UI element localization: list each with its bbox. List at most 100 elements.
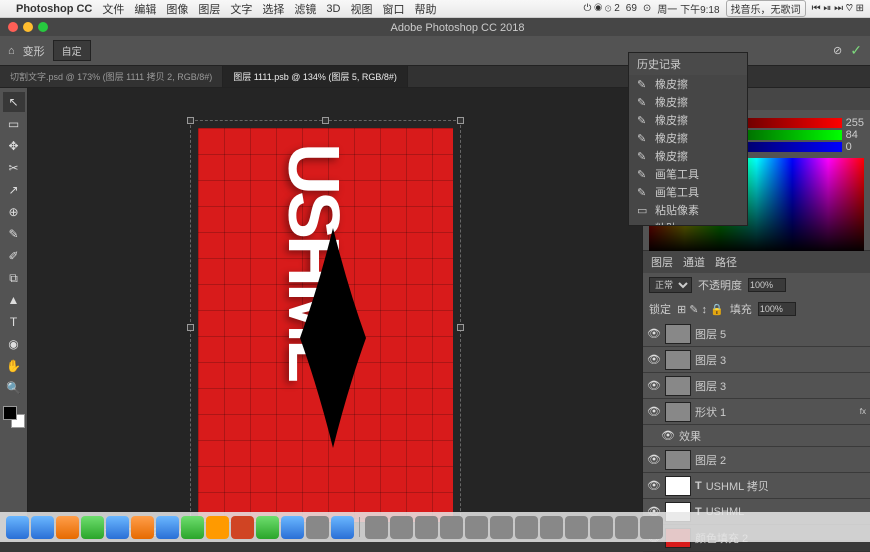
layer-name[interactable]: USHML 拷贝 <box>706 478 769 494</box>
menu-view[interactable]: 视图 <box>350 1 372 17</box>
close-button[interactable] <box>8 22 18 32</box>
visibility-icon[interactable]: 👁 <box>647 479 661 492</box>
menu-filter[interactable]: 滤镜 <box>294 1 316 17</box>
dock-app[interactable] <box>231 516 254 539</box>
zoom-tool[interactable]: 🔍 <box>3 378 25 398</box>
history-item[interactable]: ✎橡皮擦 <box>629 111 747 129</box>
menu-text[interactable]: 文字 <box>230 1 252 17</box>
channels-tab[interactable]: 通道 <box>683 254 705 270</box>
g-value[interactable]: 84 <box>846 129 864 141</box>
visibility-icon[interactable]: 👁 <box>661 429 675 442</box>
dock-minimized[interactable] <box>415 516 438 539</box>
layer-row[interactable]: 👁 图层 3 <box>643 347 870 373</box>
type-tool[interactable]: T <box>3 312 25 332</box>
dock-minimized[interactable] <box>615 516 638 539</box>
canvas[interactable]: USHML <box>198 128 453 528</box>
tab-1[interactable]: 图层 1111.psb @ 134% (图层 5, RGB/8#) <box>223 66 408 87</box>
layer-name[interactable]: 形状 1 <box>695 404 726 420</box>
history-list[interactable]: ✎橡皮擦 ✎橡皮擦 ✎橡皮擦 ✎橡皮擦 ✎橡皮擦 ✎画笔工具 ✎画笔工具 ▭粘贴… <box>629 75 747 225</box>
minimize-button[interactable] <box>23 22 33 32</box>
dock-minimized[interactable] <box>490 516 513 539</box>
layers-tab[interactable]: 图层 <box>651 254 673 270</box>
app-name[interactable]: Photoshop CC <box>16 3 92 15</box>
heal-tool[interactable]: ⊕ <box>3 202 25 222</box>
layer-row[interactable]: 👁TUSHML 拷贝 <box>643 473 870 499</box>
visibility-icon[interactable]: 👁 <box>647 453 661 466</box>
macos-dock[interactable] <box>0 512 870 542</box>
dock-app[interactable] <box>31 516 54 539</box>
menu-select[interactable]: 选择 <box>262 1 284 17</box>
marquee-tool[interactable]: ▭ <box>3 114 25 134</box>
menu-help[interactable]: 帮助 <box>414 1 436 17</box>
lasso-tool[interactable]: ✥ <box>3 136 25 156</box>
dock-minimized[interactable] <box>465 516 488 539</box>
warp-dropdown[interactable]: 自定 <box>53 40 91 61</box>
history-item[interactable]: ✎橡皮擦 <box>629 93 747 111</box>
eraser-tool[interactable]: ⧉ <box>3 268 25 288</box>
home-icon[interactable]: ⌂ <box>8 45 15 57</box>
menu-file[interactable]: 文件 <box>102 1 124 17</box>
layer-effect-row[interactable]: 👁效果 <box>643 425 870 447</box>
layer-name[interactable]: 图层 3 <box>695 378 726 394</box>
playback-icons[interactable]: ⏮ ⏯ ⏭ ♡ ⊞ <box>812 3 864 14</box>
wifi-icon[interactable]: ⊙ <box>643 3 651 14</box>
layer-name[interactable]: 图层 3 <box>695 352 726 368</box>
history-item[interactable]: ▭粘贴像素 <box>629 201 747 219</box>
opacity-input[interactable] <box>748 278 786 292</box>
layer-name[interactable]: 图层 2 <box>695 452 726 468</box>
paths-tab[interactable]: 路径 <box>715 254 737 270</box>
menu-layer[interactable]: 图层 <box>198 1 220 17</box>
pen-tool[interactable]: ▲ <box>3 290 25 310</box>
menu-window[interactable]: 窗口 <box>382 1 404 17</box>
dock-app[interactable] <box>106 516 129 539</box>
hand-tool[interactable]: ✋ <box>3 356 25 376</box>
history-panel[interactable]: 历史记录 ✎橡皮擦 ✎橡皮擦 ✎橡皮擦 ✎橡皮擦 ✎橡皮擦 ✎画笔工具 ✎画笔工… <box>628 52 748 226</box>
canvas-viewport[interactable]: USHML 134.13% 文档:3.77M/20.3M <box>28 88 642 540</box>
brush-tool[interactable]: ✎ <box>3 224 25 244</box>
menu-edit[interactable]: 编辑 <box>134 1 156 17</box>
dock-minimized[interactable] <box>540 516 563 539</box>
menu-image[interactable]: 图像 <box>166 1 188 17</box>
visibility-icon[interactable]: 👁 <box>647 353 661 366</box>
dock-finder[interactable] <box>6 516 29 539</box>
layer-row[interactable]: 👁 图层 3 <box>643 373 870 399</box>
history-item[interactable]: ✎画笔工具 <box>629 183 747 201</box>
dock-app[interactable] <box>281 516 304 539</box>
dock-minimized[interactable] <box>515 516 538 539</box>
dock-minimized[interactable] <box>365 516 388 539</box>
history-item[interactable]: ✎橡皮擦 <box>629 147 747 165</box>
mac-menubar[interactable]: Photoshop CC 文件 编辑 图像 图层 文字 选择 滤镜 3D 视图 … <box>0 0 870 18</box>
layer-name[interactable]: 图层 5 <box>695 326 726 342</box>
move-tool[interactable]: ↖ <box>3 92 25 112</box>
eyedropper-tool[interactable]: ↗ <box>3 180 25 200</box>
menu-3d[interactable]: 3D <box>326 3 340 15</box>
layer-row[interactable]: 👁形状 1fx <box>643 399 870 425</box>
blend-mode[interactable]: 正常 <box>649 277 692 293</box>
history-item[interactable]: ✎画笔工具 <box>629 165 747 183</box>
dock-app[interactable] <box>81 516 104 539</box>
shape-tool[interactable]: ◉ <box>3 334 25 354</box>
b-value[interactable]: 0 <box>846 141 864 153</box>
dock-minimized[interactable] <box>590 516 613 539</box>
dock-app[interactable] <box>306 516 329 539</box>
fill-input[interactable] <box>758 302 796 316</box>
dock-minimized[interactable] <box>565 516 588 539</box>
color-swatches[interactable] <box>3 406 25 428</box>
clock[interactable]: 周一 下午9:18 <box>657 1 719 16</box>
dock-app[interactable] <box>131 516 154 539</box>
visibility-icon[interactable]: 👁 <box>647 379 661 392</box>
dock-minimized[interactable] <box>440 516 463 539</box>
layer-row[interactable]: 👁 图层 2 <box>643 447 870 473</box>
dock-app[interactable] <box>181 516 204 539</box>
dock-app[interactable] <box>56 516 79 539</box>
dock-trash[interactable] <box>640 516 663 539</box>
crop-tool[interactable]: ✂ <box>3 158 25 178</box>
dock-illustrator[interactable] <box>206 516 229 539</box>
search-box[interactable]: 找音乐，无歌词 <box>726 0 806 17</box>
dock-minimized[interactable] <box>390 516 413 539</box>
dock-app[interactable] <box>156 516 179 539</box>
history-tab[interactable]: 历史记录 <box>637 56 681 72</box>
history-item[interactable]: ✎橡皮擦 <box>629 75 747 93</box>
cancel-transform-icon[interactable]: ⊘ <box>833 44 842 57</box>
stamp-tool[interactable]: ✐ <box>3 246 25 266</box>
